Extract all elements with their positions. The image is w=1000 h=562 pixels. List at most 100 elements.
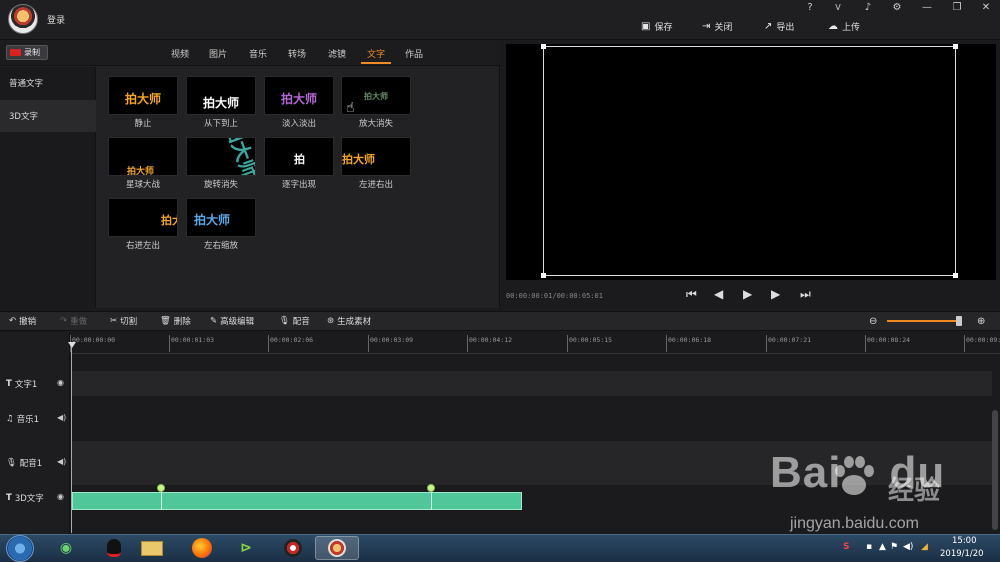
text-icon: T <box>6 493 12 503</box>
exit-icon: ⇥ <box>702 20 711 32</box>
playhead-line[interactable] <box>71 345 72 533</box>
skip-to-end-icon[interactable]: ⏭ <box>800 287 811 302</box>
gear-icon[interactable]: ⚙ <box>890 2 904 13</box>
3d-text-clip[interactable] <box>72 492 522 510</box>
media-app-icon[interactable]: ⊳ <box>230 536 262 560</box>
effect-thumb-fade[interactable]: 拍大师 <box>264 76 334 115</box>
advanced-edit-button[interactable]: ✎ 高级编辑 <box>210 314 254 328</box>
tab-filter[interactable]: 滤镜 <box>328 47 346 60</box>
timeline-scrollbar[interactable] <box>992 410 998 530</box>
upload-button[interactable]: ☁ 上传 <box>828 18 860 34</box>
eye-icon[interactable]: ◉ <box>57 492 64 501</box>
redo-button[interactable]: ↷ 重做 <box>60 314 87 328</box>
resize-handle[interactable] <box>953 273 958 278</box>
volume-icon[interactable]: ◀) <box>903 542 913 552</box>
minimize-icon[interactable]: — <box>920 2 934 13</box>
effect-thumb-right-in-left-out[interactable]: 拍大师 <box>108 198 178 237</box>
paidashi-taskbar-button[interactable] <box>315 536 359 560</box>
ruler-tick <box>169 335 170 352</box>
active-tab-indicator <box>361 62 391 64</box>
pencil-icon: ✎ <box>210 316 218 326</box>
step-forward-icon[interactable]: ▶ <box>771 287 780 301</box>
zoom-out-icon[interactable]: ⊖ <box>869 314 877 328</box>
tab-works[interactable]: 作品 <box>405 47 423 60</box>
tab-image[interactable]: 图片 <box>209 47 227 60</box>
tab-music[interactable]: 音乐 <box>249 47 267 60</box>
ruler-tick-label: 00:00:09: <box>966 336 1000 344</box>
tab-transition[interactable]: 转场 <box>288 47 306 60</box>
keyframe-handle[interactable] <box>157 484 165 492</box>
speaker-icon[interactable]: ◀) <box>57 457 66 466</box>
recorder-icon[interactable] <box>277 536 309 560</box>
delete-button[interactable]: 🗑 删除 <box>160 314 191 328</box>
zoom-slider-thumb[interactable] <box>956 316 962 326</box>
ruler-tick <box>567 335 568 352</box>
side-item-plain-text[interactable]: 普通文字 <box>0 67 96 99</box>
login-link[interactable]: 登录 <box>47 13 65 26</box>
cut-button[interactable]: ✂ 切割 <box>110 314 137 328</box>
resize-handle[interactable] <box>953 44 958 49</box>
track-label-3d-text: T 3D文字 <box>6 493 44 504</box>
ruler-tick-label: 00:00:05:15 <box>569 336 613 344</box>
close-project-button[interactable]: ⇥ 关闭 <box>702 18 732 34</box>
undo-button[interactable]: ↶ 撤销 <box>9 314 36 328</box>
qq-icon[interactable] <box>98 536 130 560</box>
play-icon[interactable]: ▶ <box>743 287 752 301</box>
refresh-app-icon[interactable]: ◉ <box>50 536 82 560</box>
effect-thumb-lr-scale[interactable]: 拍大师 <box>186 198 256 237</box>
zoom-slider-track[interactable] <box>887 320 960 322</box>
vip-icon[interactable]: V <box>831 3 845 12</box>
speaker-icon[interactable]: ◀) <box>57 413 66 422</box>
effect-label: 左进右出 <box>358 180 393 190</box>
effect-thumb-bottom-up[interactable]: 拍大师 <box>186 76 256 115</box>
flag-icon[interactable]: ⚑ <box>890 542 898 552</box>
bell-icon[interactable]: ♪ <box>861 2 875 13</box>
ruler-tick <box>666 335 667 352</box>
skip-to-start-icon[interactable]: ⏮ <box>686 287 697 302</box>
effect-thumb-left-in-right-out[interactable]: 拍大师 <box>341 137 411 176</box>
effect-label: 星球大战 <box>125 180 160 190</box>
close-window-icon[interactable]: ✕ <box>979 2 993 13</box>
playhead-marker[interactable] <box>68 342 76 348</box>
start-button[interactable] <box>6 535 34 562</box>
export-button[interactable]: ↗ 导出 <box>764 18 794 34</box>
clock-time[interactable]: 15:00 <box>952 536 977 546</box>
step-back-icon[interactable]: ◀ <box>714 287 723 301</box>
effect-thumb-rotate[interactable]: 拍大师 <box>186 137 256 176</box>
side-item-3d-text[interactable]: 3D文字 <box>0 100 96 132</box>
effect-label: 左右缩放 <box>203 241 238 251</box>
ruler-tick <box>268 335 269 352</box>
file-explorer-icon[interactable] <box>136 536 168 560</box>
zoom-in-icon[interactable]: ⊕ <box>977 314 985 328</box>
dub-button[interactable]: 🎙 配音 <box>279 314 310 328</box>
effect-thumb-star-wars[interactable]: 拍大师 <box>108 137 178 176</box>
eye-icon[interactable]: ◉ <box>57 378 64 387</box>
keyframe-handle[interactable] <box>427 484 435 492</box>
help-icon[interactable]: ? <box>803 2 817 13</box>
tab-video[interactable]: 视频 <box>171 47 189 60</box>
text-icon: T <box>6 379 12 389</box>
music-note-icon: ♫ <box>6 414 14 424</box>
undo-icon: ↶ <box>9 316 17 326</box>
resize-handle[interactable] <box>541 273 546 278</box>
network-icon[interactable]: ◢ <box>921 542 928 552</box>
tab-text[interactable]: 文字 <box>367 47 385 60</box>
resize-handle[interactable] <box>541 44 546 49</box>
clock-date[interactable]: 2019/1/20 <box>940 549 984 559</box>
track-text1[interactable] <box>72 371 992 396</box>
firefox-icon[interactable] <box>186 536 218 560</box>
app-logo[interactable] <box>8 4 38 34</box>
effect-label: 右进左出 <box>125 241 160 251</box>
record-button[interactable]: 录制 <box>6 45 48 60</box>
save-button[interactable]: ▣ 保存 <box>641 18 672 34</box>
restore-icon[interactable]: ❐ <box>950 2 964 13</box>
effect-label: 淡入淡出 <box>281 119 316 129</box>
effect-thumb-char-by-char[interactable]: 拍 <box>264 137 334 176</box>
sogou-input-icon[interactable]: S <box>843 542 849 552</box>
tray-arrow-icon[interactable]: ▲ <box>879 542 886 552</box>
generate-material-button[interactable]: ⊛ 生成素材 <box>327 314 371 328</box>
film-reel-icon: ⊛ <box>327 316 335 326</box>
keyboard-icon[interactable]: ▪ <box>866 542 872 552</box>
effect-thumb-static[interactable]: 拍大师 <box>108 76 178 115</box>
edit-toolbar <box>0 311 1000 331</box>
